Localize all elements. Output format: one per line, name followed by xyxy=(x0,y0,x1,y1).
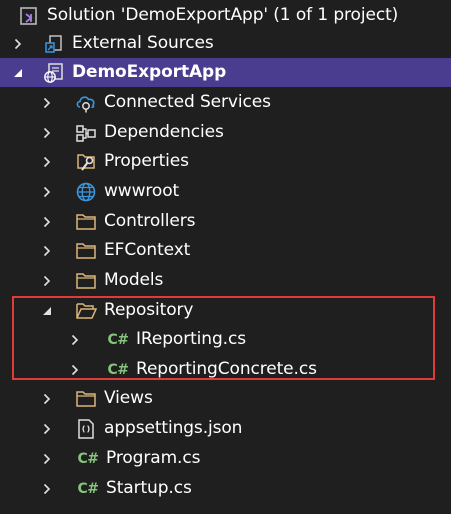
expand-arrow-icon[interactable] xyxy=(40,177,54,206)
properties-wrench-icon xyxy=(75,151,97,173)
tree-item-efcontext[interactable]: EFContext xyxy=(0,236,451,265)
tree-item-controllers[interactable]: Controllers xyxy=(0,207,451,236)
folder-open-icon xyxy=(75,300,97,322)
tree-item-models[interactable]: Models xyxy=(0,266,451,295)
tree-item-label: EFContext xyxy=(104,240,191,260)
tree-item-label: ReportingConcrete.cs xyxy=(136,359,317,379)
web-project-icon xyxy=(43,62,65,84)
solution-label: Solution 'DemoExportApp' (1 of 1 project… xyxy=(47,5,399,25)
expand-arrow-icon[interactable] xyxy=(40,207,54,236)
tree-item-program-cs[interactable]: C# Program.cs xyxy=(0,444,451,473)
tree-item-project-demoexportapp[interactable]: DemoExportApp xyxy=(0,58,451,87)
json-file-icon xyxy=(75,418,97,440)
solution-icon xyxy=(18,5,40,27)
globe-icon xyxy=(75,181,97,203)
expand-arrow-icon[interactable] xyxy=(40,474,54,503)
external-sources-icon xyxy=(43,33,65,55)
expand-arrow-icon[interactable] xyxy=(11,29,25,58)
tree-item-dependencies[interactable]: Dependencies xyxy=(0,118,451,147)
tree-item-label: External Sources xyxy=(72,33,214,53)
tree-item-properties[interactable]: Properties xyxy=(0,147,451,176)
expand-arrow-icon[interactable] xyxy=(68,325,82,354)
tree-item-label: Program.cs xyxy=(106,448,201,468)
tree-item-external-sources[interactable]: External Sources xyxy=(0,29,451,58)
solution-explorer-tree: Solution 'DemoExportApp' (1 of 1 project… xyxy=(0,0,451,514)
folder-icon xyxy=(75,270,97,292)
connected-services-icon xyxy=(75,92,97,114)
collapse-arrow-icon[interactable] xyxy=(11,58,25,87)
tree-item-label: Models xyxy=(104,270,164,290)
csharp-file-icon: C# xyxy=(77,450,99,467)
collapse-arrow-icon[interactable] xyxy=(40,296,54,325)
expand-arrow-icon[interactable] xyxy=(40,266,54,295)
csharp-file-icon: C# xyxy=(77,480,99,497)
tree-item-label: wwwroot xyxy=(104,181,180,201)
tree-item-repository[interactable]: Repository xyxy=(0,296,451,325)
solution-node[interactable]: Solution 'DemoExportApp' (1 of 1 project… xyxy=(0,1,451,30)
tree-item-wwwroot[interactable]: wwwroot xyxy=(0,177,451,206)
expand-arrow-icon[interactable] xyxy=(40,444,54,473)
expand-arrow-icon[interactable] xyxy=(40,384,54,413)
folder-icon xyxy=(75,240,97,262)
tree-item-connected-services[interactable]: Connected Services xyxy=(0,88,451,117)
csharp-file-icon: C# xyxy=(107,331,129,348)
tree-item-label: appsettings.json xyxy=(104,418,243,438)
tree-item-label: Startup.cs xyxy=(106,478,192,498)
tree-item-label: IReporting.cs xyxy=(136,329,246,349)
dependencies-icon xyxy=(75,122,97,144)
tree-item-label: Properties xyxy=(104,151,189,171)
folder-icon xyxy=(75,388,97,410)
expand-arrow-icon[interactable] xyxy=(40,147,54,176)
expand-arrow-icon[interactable] xyxy=(68,355,82,384)
expand-arrow-icon[interactable] xyxy=(40,88,54,117)
tree-item-label: Dependencies xyxy=(104,122,224,142)
tree-item-label: Connected Services xyxy=(104,92,271,112)
expand-arrow-icon[interactable] xyxy=(40,236,54,265)
tree-item-startup-cs[interactable]: C# Startup.cs xyxy=(0,474,451,503)
tree-item-ireporting-cs[interactable]: C# IReporting.cs xyxy=(0,325,451,354)
expand-arrow-icon[interactable] xyxy=(40,414,54,443)
tree-item-reportingconcrete-cs[interactable]: C# ReportingConcrete.cs xyxy=(0,355,451,384)
tree-item-label: DemoExportApp xyxy=(72,62,227,82)
csharp-file-icon: C# xyxy=(107,361,129,378)
tree-item-label: Repository xyxy=(104,300,194,320)
tree-item-label: Views xyxy=(104,388,153,408)
tree-item-appsettings-json[interactable]: appsettings.json xyxy=(0,414,451,443)
tree-item-label: Controllers xyxy=(104,211,196,231)
expand-arrow-icon[interactable] xyxy=(40,118,54,147)
folder-icon xyxy=(75,211,97,233)
tree-item-views[interactable]: Views xyxy=(0,384,451,413)
